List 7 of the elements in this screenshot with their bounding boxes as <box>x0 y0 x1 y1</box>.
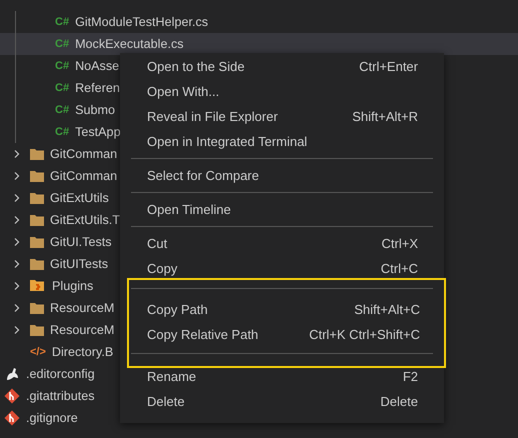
markup-icon: </> <box>30 344 46 360</box>
file-type-icon: C# <box>55 36 70 52</box>
file-type-icon: C# <box>55 102 70 118</box>
file-type-icon: C# <box>55 58 70 74</box>
file-type-icon: C# <box>55 124 70 140</box>
file-type-icon: C# <box>55 80 70 96</box>
file-type-icon: C# <box>55 14 70 30</box>
